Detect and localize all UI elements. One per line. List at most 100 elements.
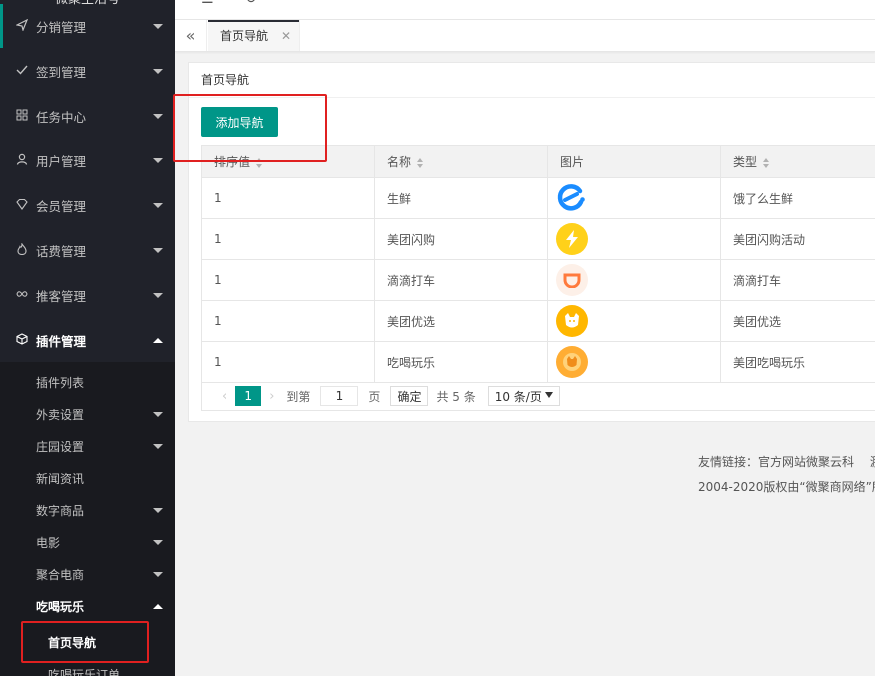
chevron-down-icon [153, 157, 163, 163]
cell-sort: 1 [201, 259, 375, 301]
sidebar-item-label: 任务中心 [36, 109, 87, 125]
chevron-down-icon [153, 539, 163, 545]
user-icon [14, 153, 30, 168]
sidebar-item-checkin[interactable]: 签到管理 [0, 49, 175, 93]
submenu-item-label: 插件列表 [36, 375, 85, 390]
card-title: 首页导航 [189, 63, 875, 98]
page-number-current[interactable]: 1 [235, 386, 262, 406]
column-header-image: 图片 [547, 145, 721, 178]
sidebar-item-label: 会员管理 [36, 198, 87, 214]
submenu-item-label: 首页导航 [48, 635, 97, 650]
submenu-item-movies[interactable]: 电影 [0, 526, 175, 558]
submenu-item-chwl-orders[interactable]: 吃喝玩乐订单 [0, 658, 175, 676]
cell-type: 美团闪购活动 [720, 218, 875, 260]
tabs-bar: « 首页导航 ✕ [175, 20, 875, 52]
sort-icon[interactable] [763, 157, 770, 168]
pagination: ‹ 1 › 到第 页 确定 共 5 条 10 条/页 [201, 382, 875, 411]
cell-name: 美团优选 [374, 300, 548, 342]
submenu-item-label: 外卖设置 [36, 407, 85, 422]
add-nav-button[interactable]: 添加导航 [201, 107, 278, 137]
page-size-value: 10 条/页 [494, 389, 542, 404]
table-row[interactable]: 1 美团优选 美团优选 [201, 300, 875, 342]
top-header: ☰ ↻ [175, 0, 875, 20]
sidebar-item-tasks[interactable]: 任务中心 [0, 94, 175, 138]
cube-icon [14, 332, 30, 348]
tab-label: 首页导航 [220, 29, 269, 43]
submenu-item-label: 吃喝玩乐 [36, 599, 85, 614]
didi-logo-icon [556, 264, 588, 296]
submenu-item-eat-drink-play[interactable]: 吃喝玩乐 [0, 590, 175, 622]
sort-icon[interactable] [256, 157, 263, 168]
column-header-type[interactable]: 类型 [720, 145, 875, 178]
prev-page-icon[interactable]: ‹ [222, 389, 227, 404]
submenu-item-label: 数字商品 [36, 503, 85, 518]
chevron-down-icon [153, 443, 163, 449]
dropdown-arrow-icon [544, 392, 553, 398]
cell-image [547, 300, 721, 342]
table-row[interactable]: 1 滴滴打车 滴滴打车 [201, 259, 875, 301]
cell-type: 滴滴打车 [720, 259, 875, 301]
next-page-icon[interactable]: › [269, 389, 274, 404]
submenu-item-ecommerce[interactable]: 聚合电商 [0, 558, 175, 590]
cell-name: 美团闪购 [374, 218, 548, 260]
friend-links-tail[interactable]: 淝 [870, 455, 875, 469]
submenu-item-label: 聚合电商 [36, 567, 85, 582]
tab-home-nav[interactable]: 首页导航 ✕ [208, 20, 300, 51]
confirm-button[interactable]: 确定 [390, 386, 429, 406]
sidebar-item-users[interactable]: 用户管理 [0, 138, 175, 182]
sort-icon[interactable] [417, 157, 424, 168]
footer: 友情链接：官方网站微聚云科 淝 2004-2020版权由“微聚商网络”所有 [698, 450, 875, 500]
sidebar-item-plugins[interactable]: 插件管理 [0, 318, 175, 362]
chevron-up-icon [153, 603, 163, 609]
sidebar-item-phone-credit[interactable]: 话费管理 [0, 228, 175, 272]
cell-sort: 1 [201, 218, 375, 260]
sidebar-item-label: 签到管理 [36, 64, 87, 80]
chevron-down-icon [153, 571, 163, 577]
check-icon [14, 64, 30, 79]
submenu-item-digital-goods[interactable]: 数字商品 [0, 494, 175, 526]
chwl-logo-icon [556, 346, 588, 378]
chevron-down-icon [153, 247, 163, 253]
grid-icon [14, 109, 30, 124]
column-label: 名称 [387, 155, 412, 169]
menu-toggle-icon[interactable]: ☰ [201, 0, 214, 7]
table-row[interactable]: 1 美团闪购 美团闪购活动 [201, 218, 875, 260]
friend-links[interactable]: 友情链接：官方网站微聚云科 [698, 455, 854, 469]
sidebar-item-promoters[interactable]: 推客管理 [0, 273, 175, 317]
submenu-item-manor[interactable]: 庄园设置 [0, 430, 175, 462]
submenu-item-label: 吃喝玩乐订单 [48, 667, 121, 676]
cell-sort: 1 [201, 300, 375, 342]
submenu-item-home-nav[interactable]: 首页导航 [0, 626, 175, 658]
link-icon [14, 288, 30, 303]
cell-type: 饿了么生鲜 [720, 177, 875, 219]
meituan-youxuan-logo-icon [556, 305, 588, 337]
submenu-item-label: 电影 [36, 535, 61, 550]
fire-icon [14, 241, 30, 258]
cell-image [547, 259, 721, 301]
chevron-down-icon [153, 23, 163, 29]
tabs-scroll-left-icon[interactable]: « [175, 20, 207, 51]
goto-label: 到第 [286, 389, 311, 404]
cell-name: 生鲜 [374, 177, 548, 219]
copyright: 2004-2020版权由“微聚商网络”所有 [698, 480, 875, 494]
close-icon[interactable]: ✕ [281, 29, 291, 43]
submenu-item-news[interactable]: 新闻资讯 [0, 462, 175, 494]
submenu-item-label: 庄园设置 [36, 439, 85, 454]
sidebar-item-members[interactable]: 会员管理 [0, 183, 175, 227]
sidebar-item-distribution[interactable]: 分销管理 [0, 4, 175, 48]
chevron-down-icon [153, 68, 163, 74]
page-size-select[interactable]: 10 条/页 [487, 386, 560, 406]
submenu-item-plugin-list[interactable]: 插件列表 [0, 366, 175, 398]
refresh-icon[interactable]: ↻ [245, 0, 257, 7]
submenu-item-takeout[interactable]: 外卖设置 [0, 398, 175, 430]
cell-type: 美团吃喝玩乐 [720, 341, 875, 383]
plugin-submenu: 插件列表 外卖设置 庄园设置 新闻资讯 数字商品 电影 聚合电商 吃喝玩乐 首页… [0, 362, 175, 676]
column-header-name[interactable]: 名称 [374, 145, 548, 178]
column-header-sort[interactable]: 排序值 [201, 145, 375, 178]
table-row[interactable]: 1 生鲜 饿了么生鲜 [201, 177, 875, 219]
goto-page-input[interactable] [320, 386, 359, 406]
lightning-logo-icon [556, 223, 588, 255]
sidebar-item-label: 分销管理 [36, 19, 87, 35]
table-row[interactable]: 1 吃喝玩乐 美团吃喝玩乐 [201, 341, 875, 383]
nav-table: 排序值 名称 图片 类型 1 生鲜 饿了么生鲜 1 美团闪购 美团闪购活动 1 … [201, 145, 875, 383]
